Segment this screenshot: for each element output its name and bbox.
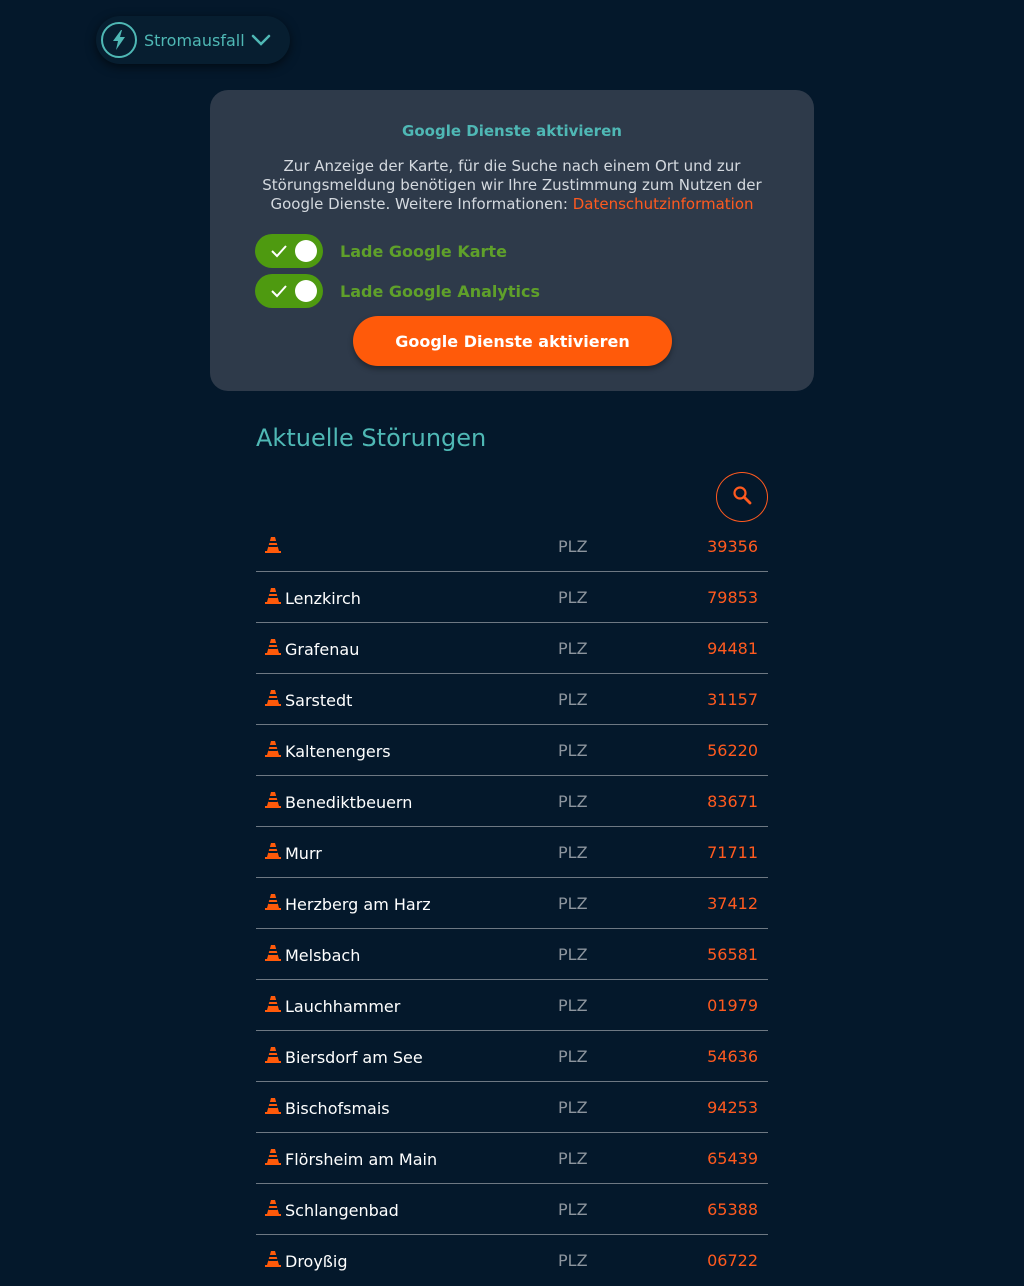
consent-title: Google Dienste aktivieren xyxy=(402,122,622,140)
plz-label: PLZ xyxy=(558,1251,588,1270)
outage-row[interactable]: Lenzkirch PLZ 79853 xyxy=(256,572,768,623)
outage-city: Grafenau xyxy=(285,640,360,659)
plz-label: PLZ xyxy=(558,741,588,760)
outage-plz: 83671 xyxy=(707,792,758,811)
outage-row[interactable]: Sarstedt PLZ 31157 xyxy=(256,674,768,725)
outage-city: Bischofsmais xyxy=(285,1099,390,1118)
outage-plz: 56220 xyxy=(707,741,758,760)
outage-row[interactable]: Grafenau PLZ 94481 xyxy=(256,623,768,674)
service-label: Stromausfall xyxy=(144,30,245,50)
traffic-cone-icon xyxy=(265,689,281,710)
outage-plz: 06722 xyxy=(707,1251,758,1270)
outage-row[interactable]: Murr PLZ 71711 xyxy=(256,827,768,878)
outage-plz: 39356 xyxy=(707,537,758,556)
traffic-cone-icon xyxy=(265,944,281,965)
outage-list: PLZ 39356 Lenzkirch PLZ 79853 Grafenau PLZ 9448… xyxy=(256,521,768,1286)
outage-city: Herzberg am Harz xyxy=(285,895,431,914)
chevron-down-icon xyxy=(251,34,271,46)
outage-plz: 65439 xyxy=(707,1149,758,1168)
outage-row[interactable]: Kaltenengers PLZ 56220 xyxy=(256,725,768,776)
plz-label: PLZ xyxy=(558,1149,588,1168)
traffic-cone-icon xyxy=(265,638,281,659)
toggle-knob xyxy=(295,280,317,302)
outage-city: Droyßig xyxy=(285,1252,348,1271)
traffic-cone-icon xyxy=(265,893,281,914)
check-icon xyxy=(270,243,288,263)
outage-plz: 31157 xyxy=(707,690,758,709)
outage-row[interactable]: Biersdorf am See PLZ 54636 xyxy=(256,1031,768,1082)
toggle-analytics-label: Lade Google Analytics xyxy=(340,281,540,301)
search-button[interactable] xyxy=(716,472,768,522)
outage-city: Schlangenbad xyxy=(285,1201,399,1220)
toggle-row-analytics: Lade Google Analytics xyxy=(255,274,540,308)
traffic-cone-icon xyxy=(265,1046,281,1067)
privacy-link[interactable]: Datenschutzinformation xyxy=(573,195,754,213)
outage-city: Sarstedt xyxy=(285,691,353,710)
plz-label: PLZ xyxy=(558,1200,588,1219)
plz-label: PLZ xyxy=(558,996,588,1015)
outage-city: Benediktbeuern xyxy=(285,793,413,812)
outage-row[interactable]: Droyßig PLZ 06722 xyxy=(256,1235,768,1286)
outage-plz: 94253 xyxy=(707,1098,758,1117)
traffic-cone-icon xyxy=(265,842,281,863)
traffic-cone-icon xyxy=(265,587,281,608)
traffic-cone-icon xyxy=(265,995,281,1016)
outage-city: Melsbach xyxy=(285,946,361,965)
outage-city: Murr xyxy=(285,844,322,863)
plz-label: PLZ xyxy=(558,588,588,607)
outage-row[interactable]: Herzberg am Harz PLZ 37412 xyxy=(256,878,768,929)
outage-row[interactable]: Benediktbeuern PLZ 83671 xyxy=(256,776,768,827)
outage-city: Lenzkirch xyxy=(285,589,361,608)
outage-city: Lauchhammer xyxy=(285,997,401,1016)
outage-row[interactable]: Bischofsmais PLZ 94253 xyxy=(256,1082,768,1133)
outage-plz: 56581 xyxy=(707,945,758,964)
search-icon xyxy=(732,485,752,509)
traffic-cone-icon xyxy=(265,791,281,812)
traffic-cone-icon xyxy=(265,740,281,761)
traffic-cone-icon xyxy=(265,1199,281,1220)
toggle-row-map: Lade Google Karte xyxy=(255,234,507,268)
plz-label: PLZ xyxy=(558,945,588,964)
traffic-cone-icon xyxy=(265,1250,281,1271)
outage-city: Flörsheim am Main xyxy=(285,1150,438,1169)
google-consent-panel: Google Dienste aktivieren Zur Anzeige de… xyxy=(210,90,814,391)
outage-plz: 54636 xyxy=(707,1047,758,1066)
toggle-knob xyxy=(295,240,317,262)
check-icon xyxy=(270,283,288,303)
outage-city: Kaltenengers xyxy=(285,742,391,761)
toggle-google-map[interactable] xyxy=(255,234,323,268)
traffic-cone-icon xyxy=(265,1097,281,1118)
outage-row[interactable]: Lauchhammer PLZ 01979 xyxy=(256,980,768,1031)
plz-label: PLZ xyxy=(558,1098,588,1117)
lightning-bolt-icon xyxy=(101,22,137,58)
outage-plz: 94481 xyxy=(707,639,758,658)
service-selector[interactable]: Stromausfall xyxy=(96,16,290,64)
outage-plz: 79853 xyxy=(707,588,758,607)
outage-row[interactable]: Melsbach PLZ 56581 xyxy=(256,929,768,980)
activate-google-services-button[interactable]: Google Dienste aktivieren xyxy=(353,316,672,366)
plz-label: PLZ xyxy=(558,792,588,811)
plz-label: PLZ xyxy=(558,1047,588,1066)
outage-row[interactable]: Flörsheim am Main PLZ 65439 xyxy=(256,1133,768,1184)
plz-label: PLZ xyxy=(558,894,588,913)
plz-label: PLZ xyxy=(558,537,588,556)
plz-label: PLZ xyxy=(558,639,588,658)
outage-row[interactable]: PLZ 39356 xyxy=(256,521,768,572)
consent-text: Zur Anzeige der Karte, für die Suche nac… xyxy=(262,157,762,213)
toggle-map-label: Lade Google Karte xyxy=(340,241,507,261)
outage-plz: 37412 xyxy=(707,894,758,913)
plz-label: PLZ xyxy=(558,690,588,709)
toggle-google-analytics[interactable] xyxy=(255,274,323,308)
outage-city: Biersdorf am See xyxy=(285,1048,423,1067)
outage-plz: 65388 xyxy=(707,1200,758,1219)
outage-plz: 01979 xyxy=(707,996,758,1015)
outage-plz: 71711 xyxy=(707,843,758,862)
outages-title: Aktuelle Störungen xyxy=(256,424,487,452)
traffic-cone-icon xyxy=(265,536,281,557)
outage-row[interactable]: Schlangenbad PLZ 65388 xyxy=(256,1184,768,1235)
traffic-cone-icon xyxy=(265,1148,281,1169)
plz-label: PLZ xyxy=(558,843,588,862)
